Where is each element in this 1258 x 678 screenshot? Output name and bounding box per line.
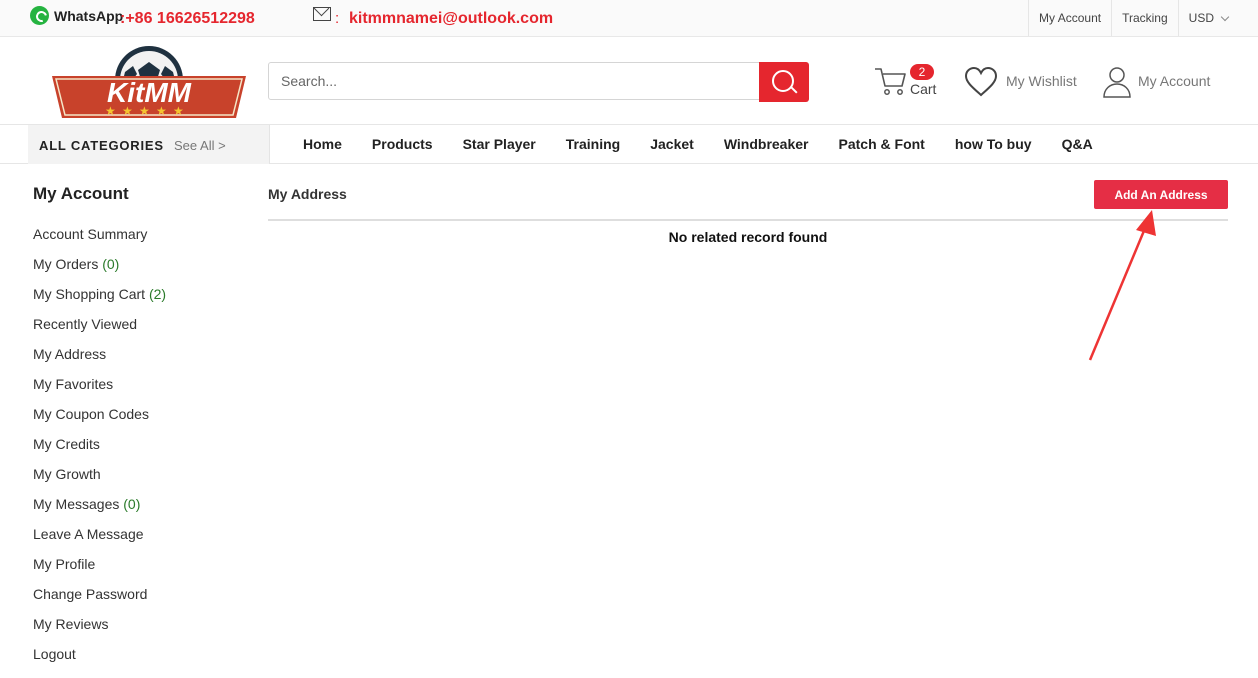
- messages-count: (0): [123, 496, 141, 512]
- wishlist-link[interactable]: My Wishlist: [1006, 73, 1077, 89]
- sidebar-item-my-credits[interactable]: My Credits: [33, 434, 166, 464]
- search-box: [268, 62, 808, 100]
- categories-label: ALL CATEGORIES: [39, 138, 164, 153]
- nav-item-qa[interactable]: Q&A: [1047, 125, 1108, 164]
- contact-email[interactable]: kitmmnamei@outlook.com: [349, 10, 553, 28]
- search-input[interactable]: [279, 72, 753, 90]
- categories-menu[interactable]: ALL CATEGORIES See All >: [28, 125, 270, 164]
- whatsapp-phone[interactable]: :+86 16626512298: [120, 10, 255, 28]
- cart-icon[interactable]: [874, 66, 908, 96]
- svg-text:★: ★: [105, 104, 116, 118]
- svg-text:★: ★: [173, 104, 184, 118]
- account-link[interactable]: My Account: [1138, 73, 1210, 89]
- nav-item-training[interactable]: Training: [551, 125, 635, 164]
- nav-item-how-to-buy[interactable]: how To buy: [940, 125, 1047, 164]
- sidebar-item-change-password[interactable]: Change Password: [33, 584, 166, 614]
- sidebar-item-recently-viewed[interactable]: Recently Viewed: [33, 314, 166, 344]
- top-link-my-account[interactable]: My Account: [1028, 0, 1111, 36]
- whatsapp-label: WhatsApp: [54, 8, 124, 24]
- nav-item-windbreaker[interactable]: Windbreaker: [709, 125, 824, 164]
- sidebar-item-my-reviews[interactable]: My Reviews: [33, 614, 166, 644]
- svg-text:★: ★: [122, 104, 133, 118]
- page-title: My Address: [268, 186, 347, 202]
- cart-label[interactable]: Cart: [910, 81, 936, 97]
- nav-item-patch-font[interactable]: Patch & Font: [824, 125, 940, 164]
- currency-select[interactable]: USD: [1177, 0, 1240, 36]
- orders-count: (0): [102, 256, 120, 272]
- nav-item-home[interactable]: Home: [288, 125, 357, 164]
- sidebar-item-my-growth[interactable]: My Growth: [33, 464, 166, 494]
- main-nav: ALL CATEGORIES See All > Home Products S…: [0, 124, 1258, 164]
- nav-item-star-player[interactable]: Star Player: [448, 125, 551, 164]
- nav-items: Home Products Star Player Training Jacke…: [288, 125, 1108, 164]
- mail-icon: [313, 7, 331, 21]
- top-bar: WhatsApp :+86 16626512298 : kitmmnamei@o…: [0, 0, 1258, 37]
- search-button[interactable]: [759, 62, 809, 102]
- cart-count-badge: 2: [910, 64, 934, 80]
- sidebar-item-my-address[interactable]: My Address: [33, 344, 166, 374]
- nav-item-products[interactable]: Products: [357, 125, 448, 164]
- svg-text:★: ★: [156, 104, 167, 118]
- sidebar-item-my-orders[interactable]: My Orders (0): [33, 254, 166, 284]
- heart-icon[interactable]: [964, 66, 998, 98]
- top-link-tracking[interactable]: Tracking: [1111, 0, 1178, 36]
- sidebar-item-shopping-cart[interactable]: My Shopping Cart (2): [33, 284, 166, 314]
- sidebar-item-leave-message[interactable]: Leave A Message: [33, 524, 166, 554]
- site-logo[interactable]: KitMM ★ ★ ★ ★ ★: [50, 44, 248, 124]
- sidebar-item-my-favorites[interactable]: My Favorites: [33, 374, 166, 404]
- cart-count: (2): [148, 286, 167, 302]
- mail-colon: :: [335, 10, 340, 27]
- user-icon[interactable]: [1102, 66, 1132, 98]
- sidebar-item-coupon-codes[interactable]: My Coupon Codes: [33, 404, 166, 434]
- top-links: My Account Tracking USD: [1028, 0, 1240, 36]
- sidebar-item-my-profile[interactable]: My Profile: [33, 554, 166, 584]
- svg-text:★: ★: [139, 104, 150, 118]
- annotation-arrow-icon: [1088, 210, 1156, 361]
- sidebar-item-my-messages[interactable]: My Messages (0): [33, 494, 166, 524]
- sidebar-item-account-summary[interactable]: Account Summary: [33, 224, 166, 254]
- see-all-link[interactable]: See All >: [174, 138, 226, 153]
- sidebar-title: My Account: [33, 184, 129, 203]
- whatsapp-icon[interactable]: [30, 6, 49, 25]
- nav-item-jacket[interactable]: Jacket: [635, 125, 709, 164]
- sidebar-item-logout[interactable]: Logout: [33, 644, 166, 674]
- account-sidebar: Account Summary My Orders (0) My Shoppin…: [33, 224, 166, 674]
